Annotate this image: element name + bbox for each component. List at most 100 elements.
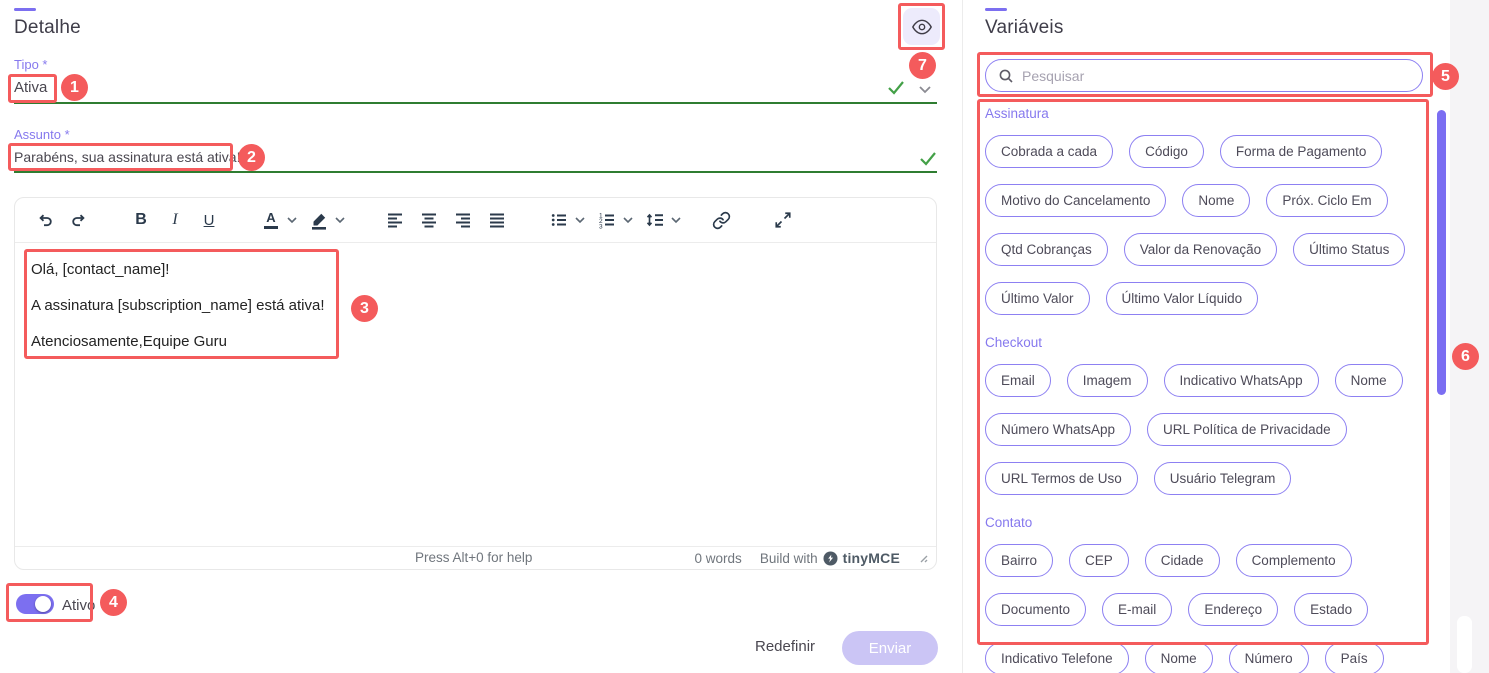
- variable-chip[interactable]: Cidade: [1145, 544, 1220, 577]
- variable-chip[interactable]: Último Valor Líquido: [1106, 282, 1259, 315]
- text-color-button[interactable]: A: [257, 205, 285, 235]
- annotation-badge-4: 4: [100, 589, 127, 616]
- preview-button[interactable]: [903, 8, 940, 45]
- variable-chip[interactable]: URL Termos de Uso: [985, 462, 1138, 495]
- variable-chip[interactable]: País: [1325, 642, 1384, 673]
- variable-chip[interactable]: Nome: [1145, 642, 1213, 673]
- variable-chip-group-contato: Bairro CEP Cidade Complemento Documento E-mai…: [985, 544, 1425, 673]
- line-height-menu-chevron-icon[interactable]: [669, 205, 683, 235]
- resize-handle-icon[interactable]: [918, 553, 928, 563]
- variables-search: [985, 59, 1423, 92]
- variable-chip[interactable]: URL Política de Privacidade: [1147, 413, 1347, 446]
- variable-chip[interactable]: Nome: [1335, 364, 1403, 397]
- align-center-icon: [420, 211, 438, 229]
- align-justify-button[interactable]: [483, 205, 511, 235]
- line-height-icon: [646, 211, 664, 229]
- variable-chip[interactable]: Último Valor: [985, 282, 1090, 315]
- variable-chip[interactable]: Número WhatsApp: [985, 413, 1131, 446]
- variable-chip[interactable]: Valor da Renovação: [1124, 233, 1277, 266]
- align-center-button[interactable]: [415, 205, 443, 235]
- editor-content[interactable]: Olá, [contact_name]! A assinatura [subsc…: [15, 244, 936, 546]
- word-count[interactable]: 0 words: [695, 551, 742, 566]
- variable-chip[interactable]: Código: [1129, 135, 1204, 168]
- line-height-button[interactable]: [641, 205, 669, 235]
- variable-chip[interactable]: Número: [1229, 642, 1309, 673]
- panel-divider: [962, 0, 963, 673]
- variable-chip[interactable]: Cobrada a cada: [985, 135, 1113, 168]
- section-label-contato: Contato: [985, 515, 1425, 530]
- annotation-badge-2: 2: [238, 144, 265, 171]
- chevron-down-icon[interactable]: [916, 82, 934, 98]
- highlight-color-button[interactable]: [305, 205, 333, 235]
- variable-chip[interactable]: Imagem: [1067, 364, 1148, 397]
- variable-chip[interactable]: Endereço: [1188, 593, 1278, 626]
- variable-chip[interactable]: Qtd Cobranças: [985, 233, 1108, 266]
- highlight-color-menu-chevron-icon[interactable]: [333, 205, 347, 235]
- bold-icon: B: [135, 211, 147, 229]
- editor-paragraph: Atenciosamente,Equipe Guru: [31, 332, 920, 351]
- variable-chip[interactable]: E-mail: [1102, 593, 1172, 626]
- align-right-icon: [454, 211, 472, 229]
- variable-chip[interactable]: Estado: [1294, 593, 1368, 626]
- valid-check-icon: [918, 148, 938, 168]
- variable-chip[interactable]: CEP: [1069, 544, 1129, 577]
- variables-scrollbar-thumb[interactable]: [1437, 110, 1446, 395]
- redo-icon: [70, 211, 88, 229]
- variable-chip[interactable]: Último Status: [1293, 233, 1405, 266]
- align-right-button[interactable]: [449, 205, 477, 235]
- search-icon: [998, 68, 1014, 84]
- link-button[interactable]: [707, 205, 735, 235]
- assunto-underline: [14, 171, 937, 173]
- variable-chip[interactable]: Forma de Pagamento: [1220, 135, 1383, 168]
- assunto-input-value[interactable]: Parabéns, sua assinatura está ativa!: [14, 149, 240, 165]
- redo-button[interactable]: [65, 205, 93, 235]
- link-icon: [712, 211, 731, 230]
- tipo-underline: [14, 102, 937, 104]
- variable-chip[interactable]: Usuário Telegram: [1154, 462, 1292, 495]
- variable-chip[interactable]: Complemento: [1236, 544, 1352, 577]
- align-justify-icon: [488, 211, 506, 229]
- underline-button[interactable]: U: [195, 205, 223, 235]
- italic-icon: I: [172, 211, 177, 229]
- variable-chip[interactable]: Indicativo WhatsApp: [1164, 364, 1319, 397]
- variable-chip[interactable]: Bairro: [985, 544, 1053, 577]
- annotation-badge-7: 7: [909, 52, 936, 79]
- editor-toolbar: B I U A: [15, 198, 936, 243]
- reset-button[interactable]: Redefinir: [755, 638, 815, 655]
- editor-paragraph: Olá, [contact_name]!: [31, 260, 920, 279]
- active-toggle-label: Ativo: [62, 597, 95, 614]
- numbered-list-button[interactable]: 123: [593, 205, 621, 235]
- search-input[interactable]: [1022, 68, 1410, 84]
- submit-button[interactable]: Enviar: [842, 631, 938, 665]
- page-scrollbar-thumb[interactable]: [1457, 616, 1472, 673]
- text-color-icon: A: [266, 212, 275, 224]
- undo-button[interactable]: [31, 205, 59, 235]
- variable-chip-group-checkout: Email Imagem Indicativo WhatsApp Nome Número…: [985, 364, 1425, 495]
- numbered-list-menu-chevron-icon[interactable]: [621, 205, 635, 235]
- bullet-list-menu-chevron-icon[interactable]: [573, 205, 587, 235]
- variable-chip-group-assinatura: Cobrada a cada Código Forma de Pagamento Mo…: [985, 135, 1425, 315]
- text-color-menu-chevron-icon[interactable]: [285, 205, 299, 235]
- italic-button[interactable]: I: [161, 205, 189, 235]
- numbered-list-icon: 123: [598, 211, 616, 229]
- variable-chip[interactable]: Documento: [985, 593, 1086, 626]
- eye-icon: [912, 17, 932, 37]
- valid-check-icon: [886, 77, 906, 97]
- tipo-select-value[interactable]: Ativa: [14, 79, 47, 96]
- align-left-icon: [386, 211, 404, 229]
- toggle-knob: [35, 596, 51, 612]
- variable-chip[interactable]: Email: [985, 364, 1051, 397]
- variable-chip[interactable]: Indicativo Telefone: [985, 642, 1129, 673]
- tipo-label: Tipo *: [14, 57, 47, 72]
- align-left-button[interactable]: [381, 205, 409, 235]
- variable-chip[interactable]: Próx. Ciclo Em: [1266, 184, 1387, 217]
- fullscreen-button[interactable]: [769, 205, 797, 235]
- active-toggle[interactable]: [16, 594, 54, 614]
- variable-chip[interactable]: Nome: [1182, 184, 1250, 217]
- section-label-checkout: Checkout: [985, 335, 1425, 350]
- detail-title: Detalhe: [14, 17, 81, 39]
- bold-button[interactable]: B: [127, 205, 155, 235]
- tinymce-branding[interactable]: Build with tinyMCE: [760, 550, 900, 566]
- variable-chip[interactable]: Motivo do Cancelamento: [985, 184, 1166, 217]
- bullet-list-button[interactable]: [545, 205, 573, 235]
